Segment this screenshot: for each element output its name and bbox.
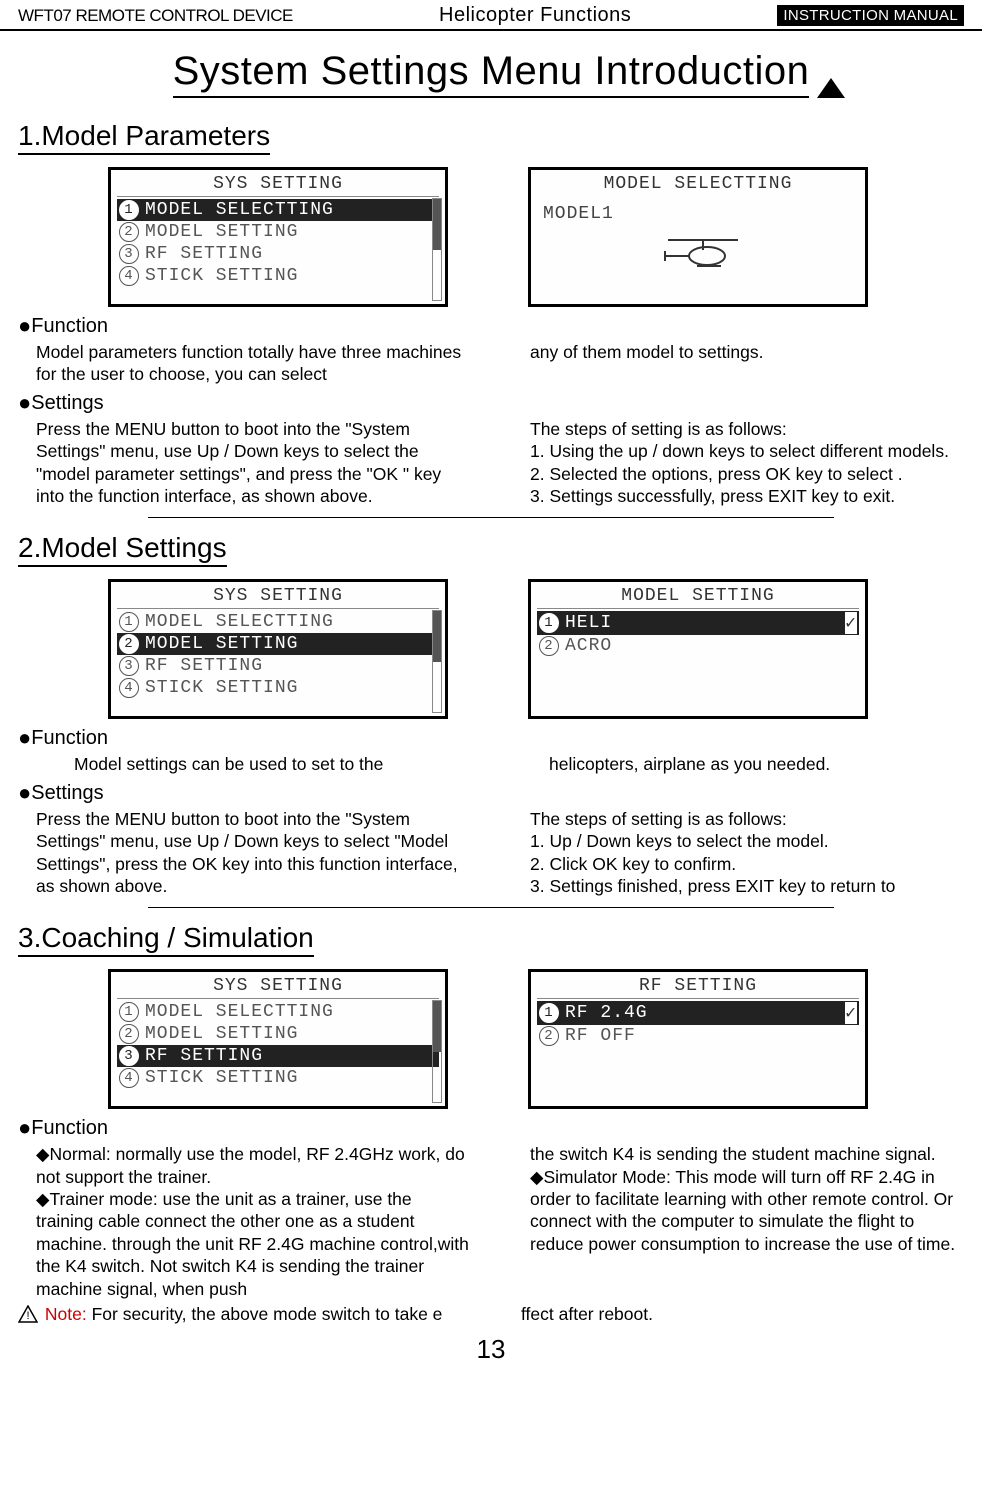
lcd-row: 2MODEL SETTING — [113, 221, 443, 243]
svg-text:!: ! — [26, 1310, 29, 1322]
lcd-row-selected: 3RF SETTING — [117, 1045, 439, 1067]
header-left: WFT07 REMOTE CONTROL DEVICE — [18, 6, 293, 26]
lcd-title: SYS SETTING — [117, 584, 439, 609]
function-text-left: Model parameters function totally have t… — [36, 341, 470, 386]
settings-heading: ●Settings — [18, 780, 964, 806]
lcd-model-selecting: MODEL SELECTTING MODEL1 — [528, 167, 868, 307]
function-heading: ●Function — [18, 1115, 964, 1141]
section-divider — [148, 907, 834, 908]
lcd-row: 3RF SETTING — [113, 243, 443, 265]
function-text-right: helicopters, airplane as you needed. — [549, 753, 964, 775]
lcd-row-selected: 1HELI✓ — [537, 611, 859, 635]
helicopter-icon — [663, 234, 853, 270]
lcd-title: SYS SETTING — [117, 974, 439, 999]
lcd-row: 2MODEL SETTING — [113, 1023, 443, 1045]
header-right: INSTRUCTION MANUAL — [777, 5, 964, 26]
lcd-row: 4STICK SETTING — [113, 1067, 443, 1089]
section-model-parameters: 1.Model Parameters SYS SETTING 1MODEL SE… — [18, 116, 964, 507]
settings-heading: ●Settings — [18, 390, 964, 416]
lcd-row-selected: 1RF 2.4G✓ — [537, 1001, 859, 1025]
section-model-settings: 2.Model Settings SYS SETTING 1MODEL SELE… — [18, 528, 964, 897]
lcd-row: 2RF OFF — [533, 1025, 863, 1047]
page-header: WFT07 REMOTE CONTROL DEVICE Helicopter F… — [0, 0, 982, 31]
lcd-row: 3RF SETTING — [113, 655, 443, 677]
function-text-left: ◆Normal: normally use the model, RF 2.4G… — [36, 1143, 470, 1300]
note-left: ! Note: For security, the above mode swi… — [18, 1304, 461, 1328]
scrollbar — [432, 1000, 442, 1103]
section-3-title: 3.Coaching / Simulation — [18, 922, 314, 957]
lcd-row: 4STICK SETTING — [113, 677, 443, 699]
lcd-title: MODEL SETTING — [537, 584, 859, 609]
lcd-sys-setting-2: SYS SETTING 1MODEL SELECTTING 2MODEL SET… — [108, 579, 448, 719]
checkbox-checked-icon: ✓ — [845, 1002, 857, 1024]
page-title: System Settings Menu Introduction — [173, 49, 810, 98]
function-heading: ●Function — [18, 725, 964, 751]
lcd-model-name: MODEL1 — [543, 204, 853, 224]
settings-text-right: The steps of setting is as follows: 1. U… — [530, 418, 964, 508]
lcd-row: 2ACRO — [533, 635, 863, 657]
scrollbar — [432, 198, 442, 301]
function-text-left: Model settings can be used to set to the — [46, 753, 489, 775]
page-title-text: System Settings Menu Introduction — [173, 49, 810, 93]
settings-text-left: Press the MENU button to boot into the "… — [36, 418, 470, 508]
lcd-title: RF SETTING — [537, 974, 859, 999]
lcd-rf-setting: RF SETTING 1RF 2.4G✓ 2RF OFF — [528, 969, 868, 1109]
function-heading: ●Function — [18, 313, 964, 339]
warning-icon: ! — [18, 1305, 38, 1328]
lcd-row-selected: 2MODEL SETTING — [117, 633, 439, 655]
lcd-sys-setting-1: SYS SETTING 1MODEL SELECTTING 2MODEL SET… — [108, 167, 448, 307]
settings-text-left: Press the MENU button to boot into the "… — [36, 808, 470, 898]
function-text-right: any of them model to settings. — [530, 341, 964, 386]
section-2-title: 2.Model Settings — [18, 532, 227, 567]
lcd-title: MODEL SELECTTING — [537, 172, 859, 196]
triangle-up-icon — [817, 78, 845, 98]
lcd-model-setting: MODEL SETTING 1HELI✓ 2ACRO — [528, 579, 868, 719]
lcd-row-selected: 1MODEL SELECTTING — [117, 199, 439, 221]
lcd-row: 1MODEL SELECTTING — [113, 1001, 443, 1023]
header-center: Helicopter Functions — [439, 4, 631, 27]
lcd-sys-setting-3: SYS SETTING 1MODEL SELECTTING 2MODEL SET… — [108, 969, 448, 1109]
lcd-row: 4STICK SETTING — [113, 265, 443, 287]
lcd-title: SYS SETTING — [117, 172, 439, 197]
settings-text-right: The steps of setting is as follows: 1. U… — [530, 808, 964, 898]
scrollbar — [432, 610, 442, 713]
section-1-title: 1.Model Parameters — [18, 120, 270, 155]
main-heading-wrap: System Settings Menu Introduction — [18, 49, 964, 98]
section-divider — [148, 517, 834, 518]
page-number: 13 — [18, 1334, 964, 1365]
note-label: Note: — [45, 1304, 87, 1324]
lcd-row: 1MODEL SELECTTING — [113, 611, 443, 633]
function-text-right: the switch K4 is sending the student mac… — [530, 1143, 964, 1300]
note-right: ffect after reboot. — [521, 1304, 964, 1325]
section-coaching-simulation: 3.Coaching / Simulation SYS SETTING 1MOD… — [18, 918, 964, 1328]
checkbox-checked-icon: ✓ — [845, 612, 857, 634]
